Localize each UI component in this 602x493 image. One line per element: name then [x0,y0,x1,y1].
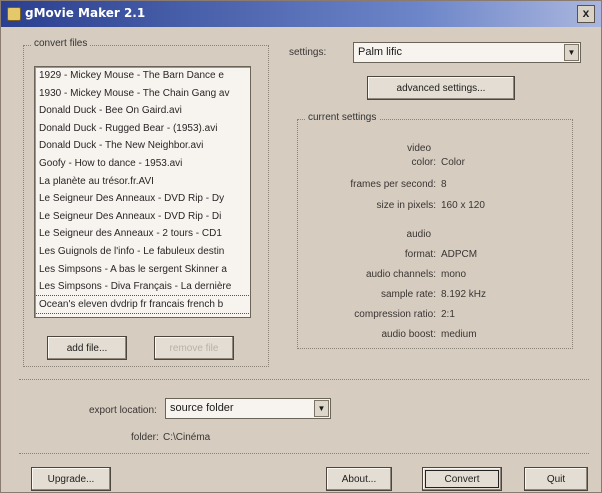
export-location-value: source folder [170,402,234,414]
app-icon [7,7,21,21]
settings-label: settings: [289,47,327,58]
list-item[interactable]: Le Seigneur des Anneaux - 2 tours - CD1 [35,225,250,243]
list-item[interactable]: Donald Duck - Bee On Gaird.avi [35,102,250,120]
convert-button[interactable]: Convert [422,467,502,491]
export-location-label: export location: [89,405,157,416]
fps-value: 8 [441,179,447,190]
list-item[interactable]: Donald Duck - Rugged Bear - (1953).avi [35,120,250,138]
sample-rate-label: sample rate: [380,289,436,300]
list-item[interactable]: Les Simpsons - Diva Français - La derniè… [35,278,250,296]
file-list[interactable]: 1929 - Mickey Mouse - The Barn Dance e 19… [34,66,251,318]
divider [19,453,589,454]
divider [19,379,589,380]
list-item[interactable]: Goofy - How to dance - 1953.avi [35,155,250,173]
list-item[interactable]: Le Seigneur Des Anneaux - DVD Rip - Dy [35,190,250,208]
format-label: format: [404,249,436,260]
window-title: gMovie Maker 2.1 [25,6,146,20]
size-value: 160 x 120 [441,200,485,211]
compression-label: compression ratio: [354,309,436,320]
close-icon[interactable]: x [577,5,595,23]
advanced-settings-button[interactable]: advanced settings... [367,76,515,100]
folder-value: C:\Cinéma [163,432,211,443]
chevron-down-icon[interactable]: ▼ [314,400,329,417]
chevron-down-icon[interactable]: ▼ [564,44,579,61]
add-file-button[interactable]: add file... [47,336,127,360]
export-location-select[interactable]: source folder ▼ [165,398,331,419]
fps-label: frames per second: [350,179,436,190]
list-item[interactable]: 1930 - Mickey Mouse - The Chain Gang av [35,85,250,103]
list-item[interactable]: Les Simpsons - A bas le sergent Skinner … [35,261,250,279]
list-item[interactable]: La planète au trésor.fr.AVI [35,173,250,191]
list-item[interactable]: Les Guignols de l'info - Le fabuleux des… [35,243,250,261]
audio-heading: audio [406,229,431,240]
app-window: gMovie Maker 2.1 x convert files 1929 - … [0,0,602,493]
quit-button[interactable]: Quit [524,467,588,491]
size-label: size in pixels: [376,200,436,211]
list-item[interactable]: Donald Duck - The New Neighbor.avi [35,137,250,155]
video-heading: video [407,143,431,154]
format-value: ADPCM [441,249,478,260]
settings-select[interactable]: Palm lific ▼ [353,42,581,63]
sample-rate-value: 8.192 kHz [441,289,487,300]
color-value: Color [441,157,465,168]
audio-boost-label: audio boost: [381,329,437,340]
channels-label: audio channels: [365,269,436,280]
list-item[interactable]: Ocean's eleven dvdrip fr francais french… [35,294,250,315]
folder-label: folder: [131,432,159,443]
convert-files-label: convert files [31,38,91,49]
about-button[interactable]: About... [326,467,392,491]
upgrade-button[interactable]: Upgrade... [31,467,111,491]
compression-value: 2:1 [441,309,455,320]
title-bar: gMovie Maker 2.1 x [1,1,601,27]
color-label: color: [411,157,436,168]
list-item[interactable]: 1929 - Mickey Mouse - The Barn Dance e [35,67,250,85]
list-item[interactable]: Le Seigneur Des Anneaux - DVD Rip - Di [35,208,250,226]
current-settings-label: current settings [305,112,380,123]
remove-file-button[interactable]: remove file [154,336,234,360]
settings-selected-value: Palm lific [358,46,403,58]
audio-boost-value: medium [441,329,477,340]
channels-value: mono [441,269,467,280]
